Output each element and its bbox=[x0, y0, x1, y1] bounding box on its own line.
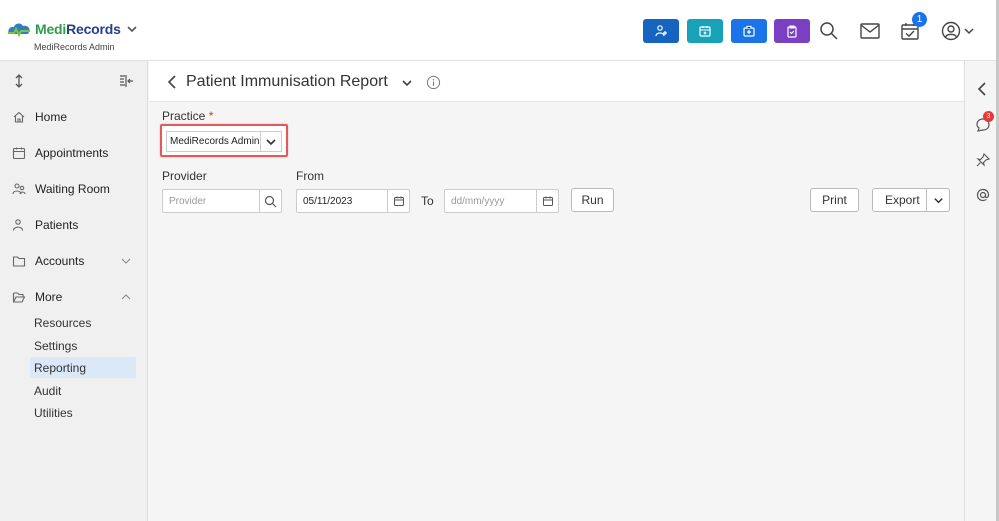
at-mention-icon[interactable] bbox=[975, 187, 991, 203]
tasks-badge: 1 bbox=[912, 12, 927, 27]
chevron-down-icon[interactable] bbox=[933, 195, 944, 206]
sidebar-item-waiting-room[interactable]: Waiting Room bbox=[0, 177, 148, 201]
practice-label: Practice * bbox=[162, 109, 213, 123]
clipboard-icon bbox=[787, 25, 797, 38]
right-rail: 3 bbox=[964, 61, 999, 521]
provider-placeholder: Provider bbox=[169, 195, 207, 207]
provider-search-button[interactable] bbox=[259, 190, 281, 212]
messages-button[interactable] bbox=[858, 19, 882, 43]
calendar-icon bbox=[12, 147, 26, 160]
sidebar-item-label: More bbox=[35, 290, 63, 304]
run-button[interactable]: Run bbox=[571, 188, 614, 212]
provider-search-input[interactable]: Provider bbox=[162, 189, 282, 213]
calendar-icon bbox=[699, 26, 711, 37]
medirecords-logo bbox=[8, 23, 30, 38]
practice-highlight: MediRecords Admin bbox=[160, 124, 288, 157]
from-date-input[interactable]: 05/11/2023 bbox=[296, 189, 410, 213]
print-button[interactable]: Print bbox=[810, 188, 859, 212]
chevron-down-icon bbox=[121, 258, 131, 264]
search-icon bbox=[264, 195, 277, 207]
practice-select[interactable]: MediRecords Admin bbox=[166, 131, 282, 152]
chevron-up-icon bbox=[121, 294, 131, 300]
user-menu[interactable] bbox=[938, 19, 978, 43]
to-label: To bbox=[421, 194, 434, 208]
sidebar-item-label: Home bbox=[35, 110, 68, 124]
pin-icon[interactable] bbox=[975, 152, 991, 168]
new-appointment-button[interactable] bbox=[687, 19, 723, 43]
info-icon[interactable] bbox=[426, 75, 441, 90]
from-label: From bbox=[296, 169, 324, 183]
sidebar: Home Appointments Waiting Room Patients … bbox=[0, 61, 148, 521]
sidebar-subitem-reporting[interactable]: Reporting bbox=[30, 357, 136, 378]
folder-icon bbox=[12, 256, 26, 267]
tasks-button[interactable]: 1 bbox=[898, 12, 927, 43]
sidebar-subitem-audit[interactable]: Audit bbox=[30, 380, 136, 401]
collapse-left-icon[interactable] bbox=[975, 81, 991, 97]
practice-select-value: MediRecords Admin bbox=[170, 136, 260, 147]
from-date-picker-button[interactable] bbox=[387, 190, 409, 212]
export-label: Export bbox=[885, 193, 920, 207]
mail-icon bbox=[860, 23, 880, 39]
chevron-down-icon bbox=[127, 26, 137, 33]
sidebar-item-appointments[interactable]: Appointments bbox=[0, 141, 148, 165]
brand-subtitle: MediRecords Admin bbox=[34, 42, 115, 52]
home-icon bbox=[13, 111, 25, 123]
people-icon bbox=[12, 183, 26, 195]
sidebar-item-label: Waiting Room bbox=[35, 182, 110, 196]
sidebar-subitem-settings[interactable]: Settings bbox=[30, 335, 136, 356]
user-avatar-icon bbox=[941, 21, 961, 41]
tasks-clipboard-button[interactable] bbox=[774, 19, 810, 43]
select-divider bbox=[260, 132, 261, 151]
add-person-icon bbox=[655, 25, 667, 37]
sidebar-item-home[interactable]: Home bbox=[0, 105, 148, 129]
top-bar: MediRecords MediRecords Admin 1 bbox=[0, 0, 999, 61]
calendar-icon bbox=[393, 196, 404, 206]
sidebar-item-label: Accounts bbox=[35, 254, 85, 268]
expand-vertical-icon[interactable] bbox=[13, 73, 25, 89]
page-header: Patient Immunisation Report bbox=[149, 61, 964, 102]
search-icon bbox=[820, 22, 838, 40]
sidebar-item-label: Patients bbox=[35, 218, 79, 232]
sidebar-item-label: Appointments bbox=[35, 146, 109, 160]
sidebar-subitem-utilities[interactable]: Utilities bbox=[30, 402, 136, 423]
chevron-down-icon bbox=[964, 28, 974, 35]
sidebar-toolbar bbox=[0, 61, 148, 99]
sidebar-item-patients[interactable]: Patients bbox=[0, 213, 148, 237]
brand-switcher[interactable]: MediRecords bbox=[6, 20, 139, 38]
page-title: Patient Immunisation Report bbox=[186, 73, 388, 90]
from-date-value: 05/11/2023 bbox=[303, 195, 353, 207]
chevron-down-icon bbox=[266, 139, 276, 146]
add-patient-button[interactable] bbox=[643, 19, 679, 43]
folder-open-icon bbox=[12, 292, 26, 303]
brand-name: MediRecords bbox=[35, 21, 121, 37]
sidebar-subitem-resources[interactable]: Resources bbox=[30, 312, 136, 333]
report-switcher-chevron-icon[interactable] bbox=[401, 77, 413, 89]
practice-label-text: Practice bbox=[162, 109, 206, 123]
calendar-icon bbox=[542, 196, 553, 206]
export-divider bbox=[926, 189, 927, 211]
to-date-input[interactable]: dd/mm/yyyy bbox=[444, 189, 559, 213]
patients-icon bbox=[12, 219, 24, 231]
sidebar-item-accounts[interactable]: Accounts bbox=[0, 249, 148, 273]
collapse-sidebar-icon[interactable] bbox=[118, 74, 134, 88]
provider-label: Provider bbox=[162, 169, 207, 183]
required-mark: * bbox=[208, 109, 214, 123]
notification-badge: 3 bbox=[983, 111, 994, 122]
sidebar-item-more[interactable]: More bbox=[0, 285, 148, 309]
export-button[interactable]: Export bbox=[872, 188, 950, 212]
to-date-placeholder: dd/mm/yyyy bbox=[451, 195, 505, 207]
medkit-icon bbox=[743, 25, 755, 37]
clinical-button[interactable] bbox=[731, 19, 767, 43]
back-icon[interactable] bbox=[165, 74, 179, 90]
search-button[interactable] bbox=[817, 19, 841, 43]
to-date-picker-button[interactable] bbox=[536, 190, 558, 212]
